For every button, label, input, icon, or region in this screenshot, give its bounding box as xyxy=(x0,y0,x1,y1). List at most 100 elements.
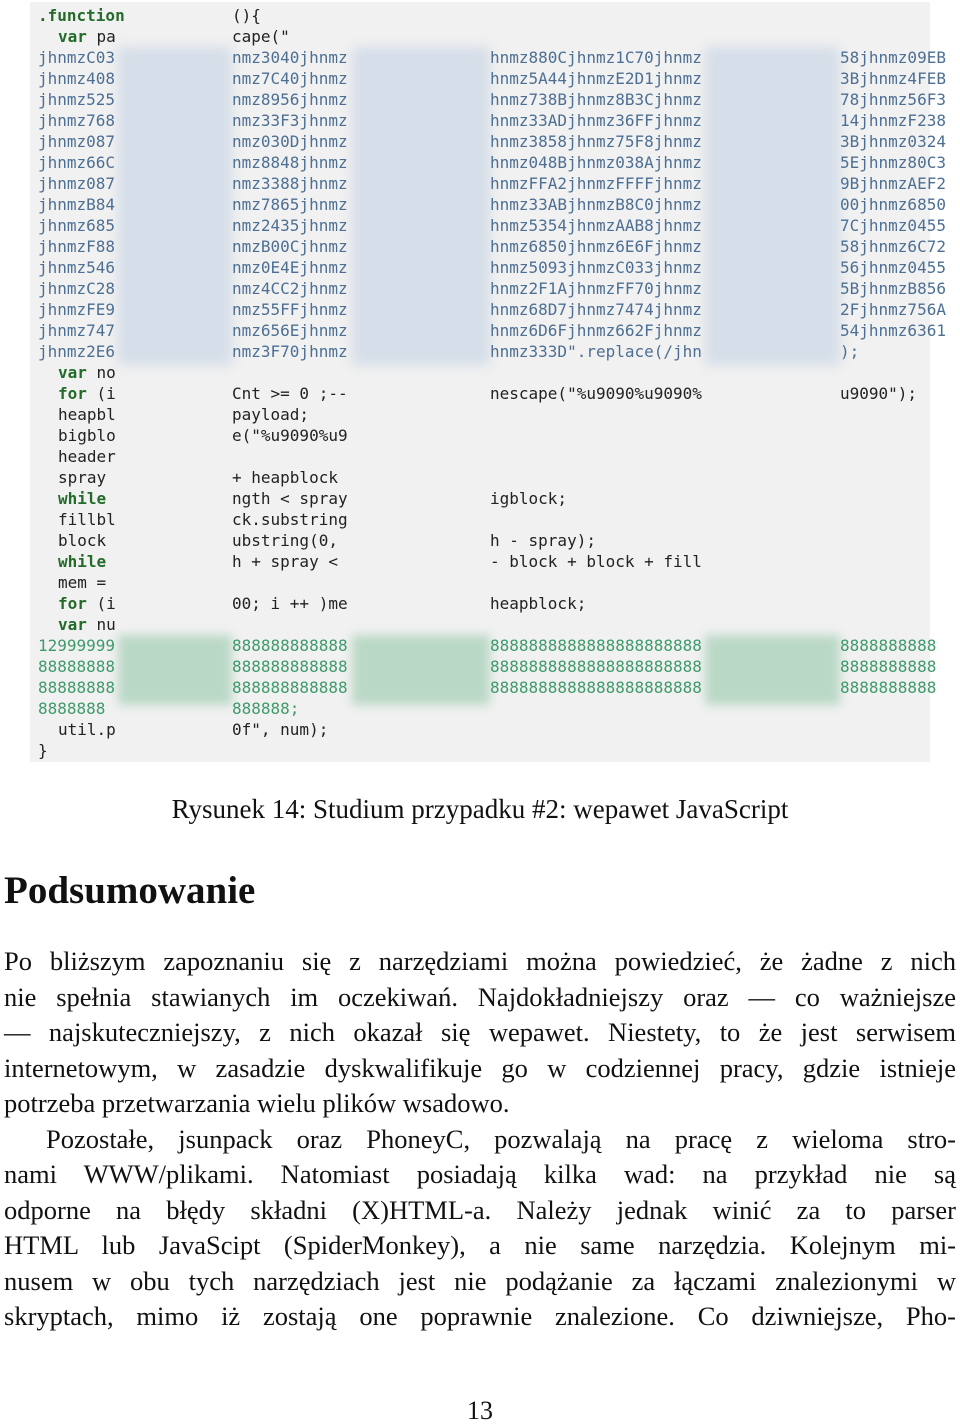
code-fragment: jhnmz087 xyxy=(38,132,116,151)
code-line: mem = xyxy=(30,572,930,593)
paragraph-line: odporne na błędy składni (X)HTML-a. Nale… xyxy=(4,1195,956,1225)
code-fragment: util.p xyxy=(58,720,116,739)
code-fragment: mem = xyxy=(58,573,107,592)
code-fragment: + heapblock xyxy=(232,468,338,487)
code-fragment: 888888888888 xyxy=(232,657,348,676)
code-fragment: Cnt >= 0 ;-- xyxy=(232,384,348,403)
code-fragment: 58jhnmz09EB xyxy=(840,48,946,67)
code-fragment: 5BjhnmzB856 xyxy=(840,279,946,298)
code-fragment: header xyxy=(58,447,116,466)
code-line: jhnmz546 nmz0E4Ejhnmz hnmz5093jhnmzC033jhn… xyxy=(30,257,946,278)
code-line: } xyxy=(30,740,930,761)
code-fragment: hnmz3858jhnmz75F8jhnmz xyxy=(490,132,702,151)
code-fragment: 8888888 xyxy=(38,699,106,718)
code-line: jhnmzFE9 nmz55FFjhnmz hnmz68D7jhnmz7474jhn… xyxy=(30,299,946,320)
code-fragment: hnmz333D".replace(/jhn xyxy=(490,342,702,361)
code-fragment: 7Cjhnmz0455 xyxy=(840,216,946,235)
code-screenshot-figure: .function (){ var pa cape(" jhnmzC03 nmz3040j… xyxy=(30,2,946,762)
code-fragment: (){ xyxy=(232,6,261,25)
code-fragment: u9090"); xyxy=(840,384,918,403)
code-fragment: hnmzFFA2jhnmzFFFFjhnmz xyxy=(490,174,702,193)
code-fragment: nmzB00Cjhnmz xyxy=(232,237,348,256)
code-fragment: jhnmz087 xyxy=(38,174,116,193)
code-fragment: heapbl xyxy=(58,405,116,424)
code-fragment: nmz7865jhnmz xyxy=(232,195,348,214)
code-fragment: var pa xyxy=(58,27,116,46)
code-line: fillbl ck.substring xyxy=(30,509,930,530)
code-fragment: 58jhnmz6C72 xyxy=(840,237,946,256)
code-fragment: for (i xyxy=(58,384,116,403)
code-fragment: 56jhnmz0455 xyxy=(840,258,946,277)
code-fragment: 3Bjhnmz4FEB xyxy=(840,69,946,88)
code-fragment: bigblo xyxy=(58,426,116,445)
code-fragment: hnmz5A44jhnmzE2D1jhnmz xyxy=(490,69,702,88)
code-line: bigblo e("%u9090%u9 xyxy=(30,425,930,446)
code-line: jhnmz685 nmz2435jhnmz hnmz5354jhnmzAAB8jhn… xyxy=(30,215,946,236)
code-fragment: for (i xyxy=(58,594,116,613)
code-fragment: nmz3388jhnmz xyxy=(232,174,348,193)
code-fragment: h + spray < xyxy=(232,552,338,571)
code-line: util.p 0f", num); xyxy=(30,719,930,740)
paragraph-line: — najskuteczniejszy, z nich okazał się w… xyxy=(4,1017,956,1047)
code-fragment: 888888888888 xyxy=(232,636,348,655)
code-fragment: 00; i ++ )me xyxy=(232,594,348,613)
code-fragment: fillbl xyxy=(58,510,116,529)
code-fragment: payload; xyxy=(232,405,310,424)
code-fragment: while xyxy=(58,489,107,508)
code-line: var pa cape(" xyxy=(30,26,930,47)
figure-caption: Rysunek 14: Studium przypadku #2: wepawe… xyxy=(171,794,789,824)
code-line: for (i 00; i ++ )me heapblock; xyxy=(30,593,930,614)
code-fragment: jhnmz768 xyxy=(38,111,116,130)
code-fragment: hnmz68D7jhnmz7474jhnmz xyxy=(490,300,702,319)
code-fragment: var no xyxy=(58,363,116,382)
code-fragment: hnmz2F1AjhnmzFF70jhnmz xyxy=(490,279,702,298)
code-line: jhnmz087 nmz3388jhnmz hnmzFFA2jhnmzFFFFjhn… xyxy=(30,173,946,194)
code-fragment: nmz33F3jhnmz xyxy=(232,111,348,130)
code-fragment: 12999999 xyxy=(38,636,116,655)
code-line: jhnmz768 nmz33F3jhnmz hnmz33ADjhnmz36FFjhn… xyxy=(30,110,946,131)
code-fragment: 88888888 xyxy=(38,678,116,697)
code-fragment: jhnmz66C xyxy=(38,153,116,172)
code-fragment: hnmz6850jhnmz6E6Fjhnmz xyxy=(490,237,702,256)
code-fragment: nmz656Ejhnmz xyxy=(232,321,348,340)
code-line: jhnmz66C nmz8848jhnmz hnmz048Bjhnmz038Ajhn… xyxy=(30,152,946,173)
code-line: while h + spray < - block + block + fill xyxy=(30,551,930,572)
code-fragment: jhnmz408 xyxy=(38,69,116,88)
paragraph-line: Po bliższym zapoznaniu się z narzędziami… xyxy=(4,946,956,976)
code-line: block ubstring(0, h - spray); xyxy=(30,530,930,551)
code-fragment: nmz8956jhnmz xyxy=(232,90,348,109)
code-fragment: nescape("%u9090%u9090% xyxy=(490,384,702,403)
code-fragment: 888888888888 xyxy=(232,678,348,697)
code-fragment: 2Fjhnmz756A xyxy=(840,300,946,319)
code-fragment: nmz8848jhnmz xyxy=(232,153,348,172)
code-fragment: cape(" xyxy=(232,27,290,46)
code-line: 88888888 888888888888 88888888888888888888… xyxy=(30,656,936,677)
code-fragment: - block + block + fill xyxy=(490,552,702,571)
paragraph-line: skryptach, mimo iż zostają one poprawnie… xyxy=(4,1301,956,1331)
code-fragment: 54jhnmz6361 xyxy=(840,321,946,340)
code-line: jhnmz747 nmz656Ejhnmz hnmz6D6Fjhnmz662Fjhn… xyxy=(30,320,946,341)
code-line: 8888888 888888; xyxy=(30,698,930,719)
code-fragment: 8888888888 xyxy=(840,636,937,655)
code-fragment: jhnmz525 xyxy=(38,90,116,109)
code-fragment: 8888888888 xyxy=(840,678,937,697)
code-line: jhnmzB84 nmz7865jhnmz hnmz33ABjhnmzB8C0jhn… xyxy=(30,194,946,215)
code-fragment: nmz4CC2jhnmz xyxy=(232,279,348,298)
page-number: 13 xyxy=(467,1396,493,1425)
code-line: while ngth < spray igblock; xyxy=(30,488,930,509)
code-fragment: ck.substring xyxy=(232,510,348,529)
code-fragment: .function xyxy=(38,6,125,25)
code-fragment: jhnmzC03 xyxy=(38,48,116,67)
paragraph-line: Pozostałe, jsunpack oraz PhoneyC, pozwal… xyxy=(46,1124,956,1154)
code-line: .function (){ xyxy=(30,5,930,26)
code-fragment: hnmz6D6Fjhnmz662Fjhnmz xyxy=(490,321,702,340)
code-fragment: nmz030Djhnmz xyxy=(232,132,348,151)
code-fragment: 5Ejhnmz80C3 xyxy=(840,153,946,172)
code-line: jhnmzC28 nmz4CC2jhnmz hnmz2F1AjhnmzFF70jhn… xyxy=(30,278,946,299)
code-fragment: hnmz048Bjhnmz038Ajhnmz xyxy=(490,153,702,172)
code-fragment: 8888888888888888888888 xyxy=(490,657,702,676)
code-line: heapbl payload; xyxy=(30,404,930,425)
code-line: jhnmzC03 nmz3040jhnmz hnmz880Cjhnmz1C70jhn… xyxy=(30,47,946,68)
paragraph-line: potrzeba przetwarzania wielu plików wsad… xyxy=(4,1088,510,1118)
paragraph-line: nusem w obu tych narzędziach jest nie po… xyxy=(4,1266,956,1296)
